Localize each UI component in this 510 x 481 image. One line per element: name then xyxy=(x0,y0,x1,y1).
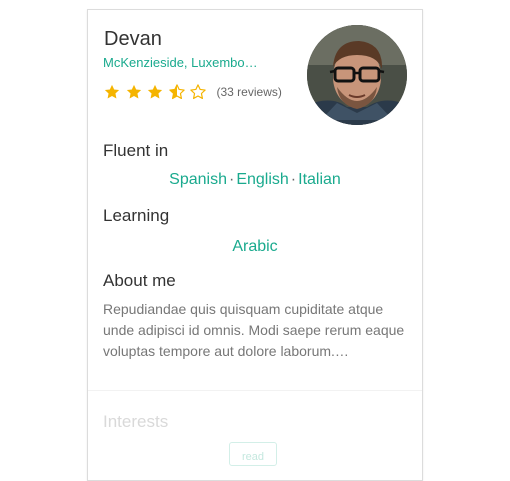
language-item[interactable]: Arabic xyxy=(232,238,277,255)
learning-heading: Learning xyxy=(103,206,170,225)
star-full-icon xyxy=(104,84,120,99)
language-item[interactable]: English xyxy=(236,171,288,188)
fluent-languages: Spanish · English · Italian xyxy=(88,171,422,189)
star-empty-icon xyxy=(190,84,206,100)
about-heading: About me xyxy=(103,271,176,290)
profile-name: Devan xyxy=(104,28,162,50)
interests-heading: Interests xyxy=(103,412,169,431)
rating: (33 reviews) xyxy=(103,82,282,102)
divider xyxy=(88,390,422,480)
separator: · xyxy=(290,171,297,188)
avatar xyxy=(307,25,407,125)
about-text: Repudiandae quis quisquam cupiditate atq… xyxy=(103,301,405,359)
language-item[interactable]: Spanish xyxy=(169,171,227,188)
review-count[interactable]: (33 reviews) xyxy=(217,85,282,99)
avatar-photo xyxy=(307,25,407,125)
star-full-icon xyxy=(126,84,141,99)
separator: · xyxy=(228,171,235,188)
fluent-heading: Fluent in xyxy=(103,141,169,160)
star-half-icon xyxy=(168,84,185,100)
language-item[interactable]: Italian xyxy=(298,171,341,188)
interest-tag[interactable]: read xyxy=(229,442,277,466)
profile-location[interactable]: McKenzieside, Luxembo… xyxy=(103,55,273,70)
profile-card: Devan McKenzieside, Luxembo… (33 reviews… xyxy=(87,9,423,481)
star-full-icon xyxy=(147,84,163,99)
learning-languages: Arabic xyxy=(88,238,422,256)
